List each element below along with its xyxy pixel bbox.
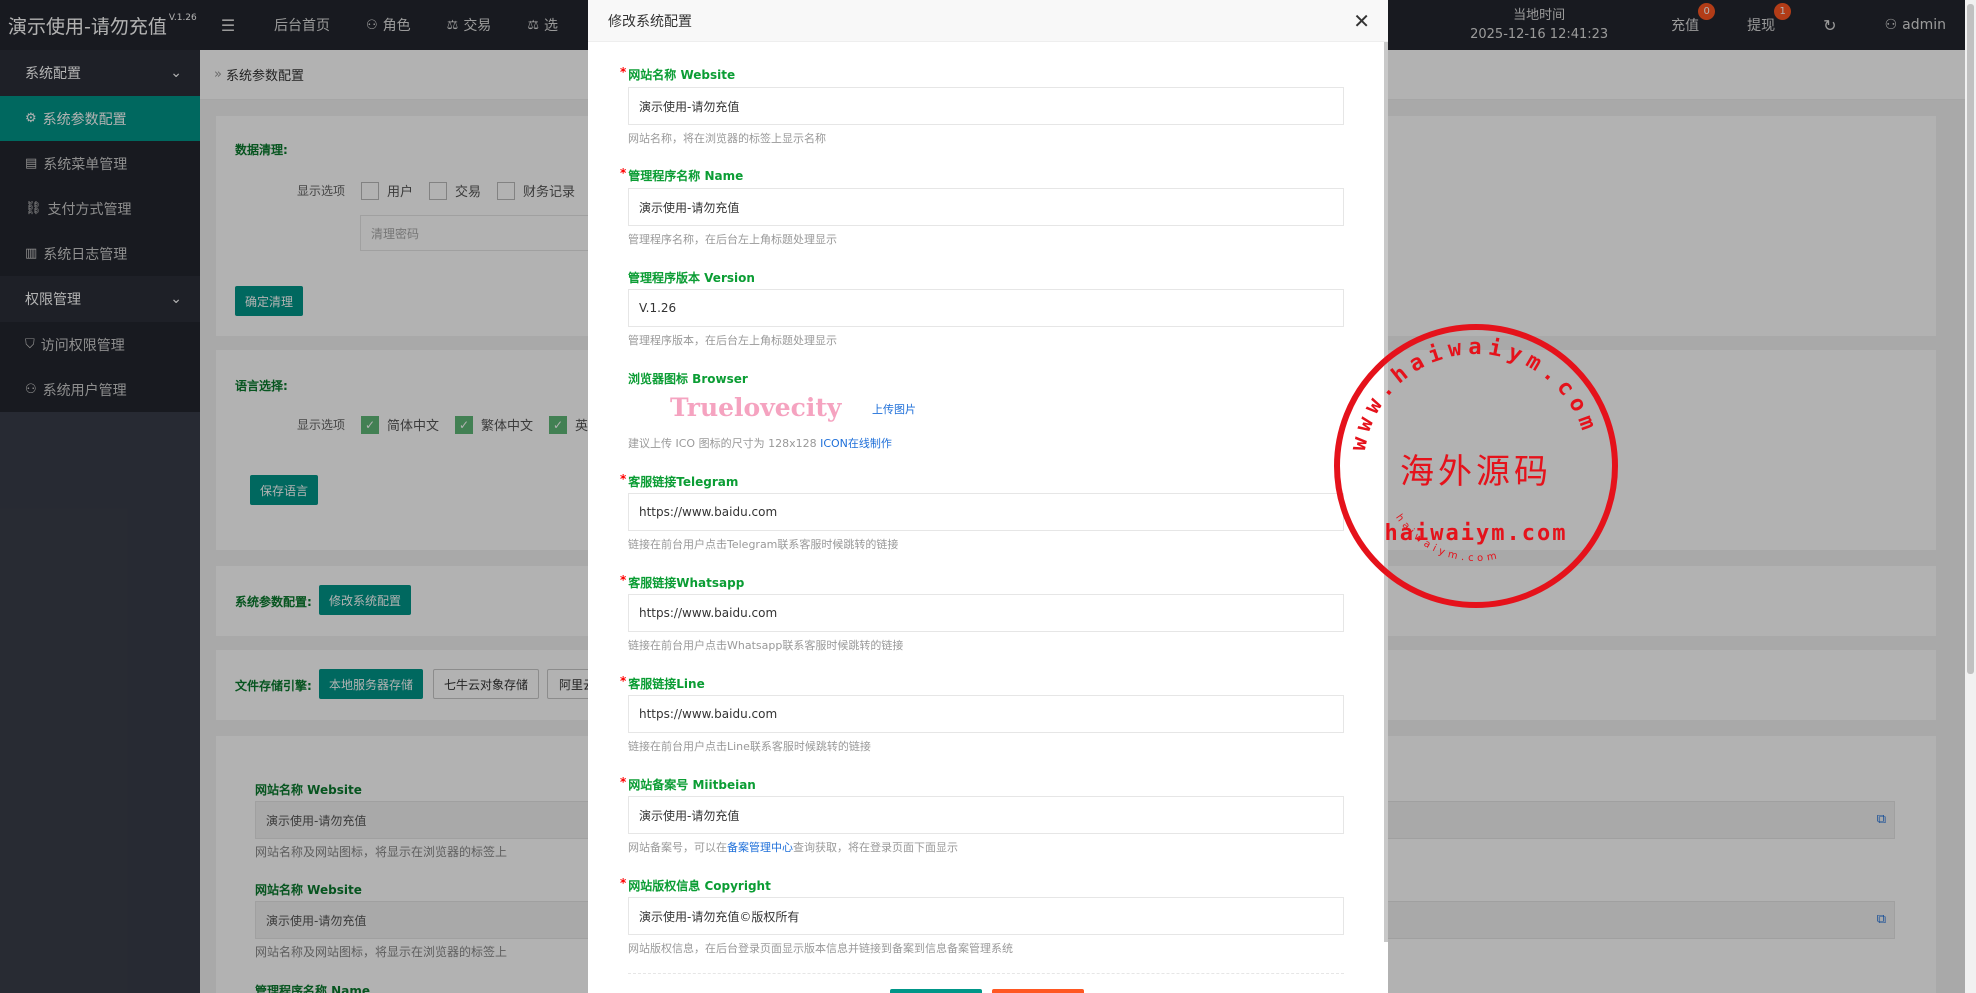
- field-hint: 管理程序版本，在后台左上角标题处理显示: [628, 334, 837, 347]
- modal-header: 修改系统配置 ✕: [588, 0, 1388, 42]
- field-hint: 网站名称，将在浏览器的标签上显示名称: [628, 132, 826, 145]
- field-label-miitbeian: * 网站备案号 Miitbeian: [620, 775, 756, 792]
- page-scroll-thumb[interactable]: [1967, 4, 1974, 674]
- field-label-browser: 浏览器图标 Browser: [628, 372, 748, 386]
- miitbeian-input[interactable]: 演示使用-请勿充值: [628, 796, 1344, 834]
- field-label-line: * 客服链接Line: [620, 674, 705, 691]
- line-input[interactable]: https://www.baidu.com: [628, 695, 1344, 733]
- whatsapp-input[interactable]: https://www.baidu.com: [628, 594, 1344, 632]
- cancel-button[interactable]: [992, 989, 1084, 993]
- telegram-input[interactable]: https://www.baidu.com: [628, 493, 1344, 531]
- icon-maker-link[interactable]: ICON在线制作: [820, 437, 892, 450]
- stamp-center-text: 海外源码: [1400, 452, 1552, 492]
- stamp-arc-text: www.haiwaiym.com: [1346, 335, 1602, 453]
- copyright-input[interactable]: 演示使用-请勿充值©版权所有: [628, 897, 1344, 935]
- required-mark: *: [620, 674, 627, 688]
- browser-icon-hint: 建议上传 ICO 图标的尺寸为 128x128 ICON在线制作: [628, 437, 892, 450]
- version-input[interactable]: V.1.26: [628, 289, 1344, 327]
- field-label-copyright: * 网站版权信息 Copyright: [620, 876, 771, 893]
- field-hint: 管理程序名称，在后台左上角标题处理显示: [628, 233, 837, 246]
- field-label-website: * 网站名称 Website: [620, 65, 736, 82]
- required-mark: *: [620, 876, 627, 890]
- edit-config-modal: 修改系统配置 ✕ * 网站名称 Website 演示使用-请勿充值 网站名称，将在…: [588, 0, 1388, 993]
- modal-divider: [628, 973, 1344, 974]
- close-icon[interactable]: ✕: [1353, 11, 1370, 31]
- field-hint: 链接在前台用户点击Whatsapp联系客服时候跳转的链接: [628, 639, 904, 652]
- field-label-name: * 管理程序名称 Name: [620, 166, 744, 183]
- required-mark: *: [620, 166, 627, 180]
- field-label-telegram: * 客服链接Telegram: [620, 472, 739, 489]
- website-input[interactable]: 演示使用-请勿充值: [628, 87, 1344, 125]
- browser-icon-preview: Truelovecity: [670, 393, 842, 422]
- required-mark: *: [620, 65, 627, 79]
- required-mark: *: [620, 775, 627, 789]
- name-input[interactable]: 演示使用-请勿充值: [628, 188, 1344, 226]
- save-config-button[interactable]: [890, 989, 982, 993]
- beian-center-link[interactable]: 备案管理中心: [727, 841, 793, 854]
- field-label-version: 管理程序版本 Version: [628, 271, 755, 285]
- field-label-whatsapp: * 客服链接Whatsapp: [620, 573, 745, 590]
- watermark-stamp: www.haiwaiym.com 海外源码 haiwaiym.com haiwa…: [1334, 324, 1618, 608]
- required-mark: *: [620, 573, 627, 587]
- modal-title: 修改系统配置: [608, 13, 692, 30]
- field-hint: 网站版权信息，在后台登录页面显示版本信息并链接到备案到信息备案管理系统: [628, 942, 1013, 955]
- upload-image-button[interactable]: 上传图片: [872, 401, 916, 417]
- field-hint: 链接在前台用户点击Line联系客服时候跳转的链接: [628, 740, 871, 753]
- field-hint: 网站备案号，可以在备案管理中心查询获取，将在登录页面下面显示: [628, 841, 958, 854]
- field-hint: 链接在前台用户点击Telegram联系客服时候跳转的链接: [628, 538, 899, 551]
- required-mark: *: [620, 472, 627, 486]
- page-scrollbar[interactable]: [1965, 0, 1976, 993]
